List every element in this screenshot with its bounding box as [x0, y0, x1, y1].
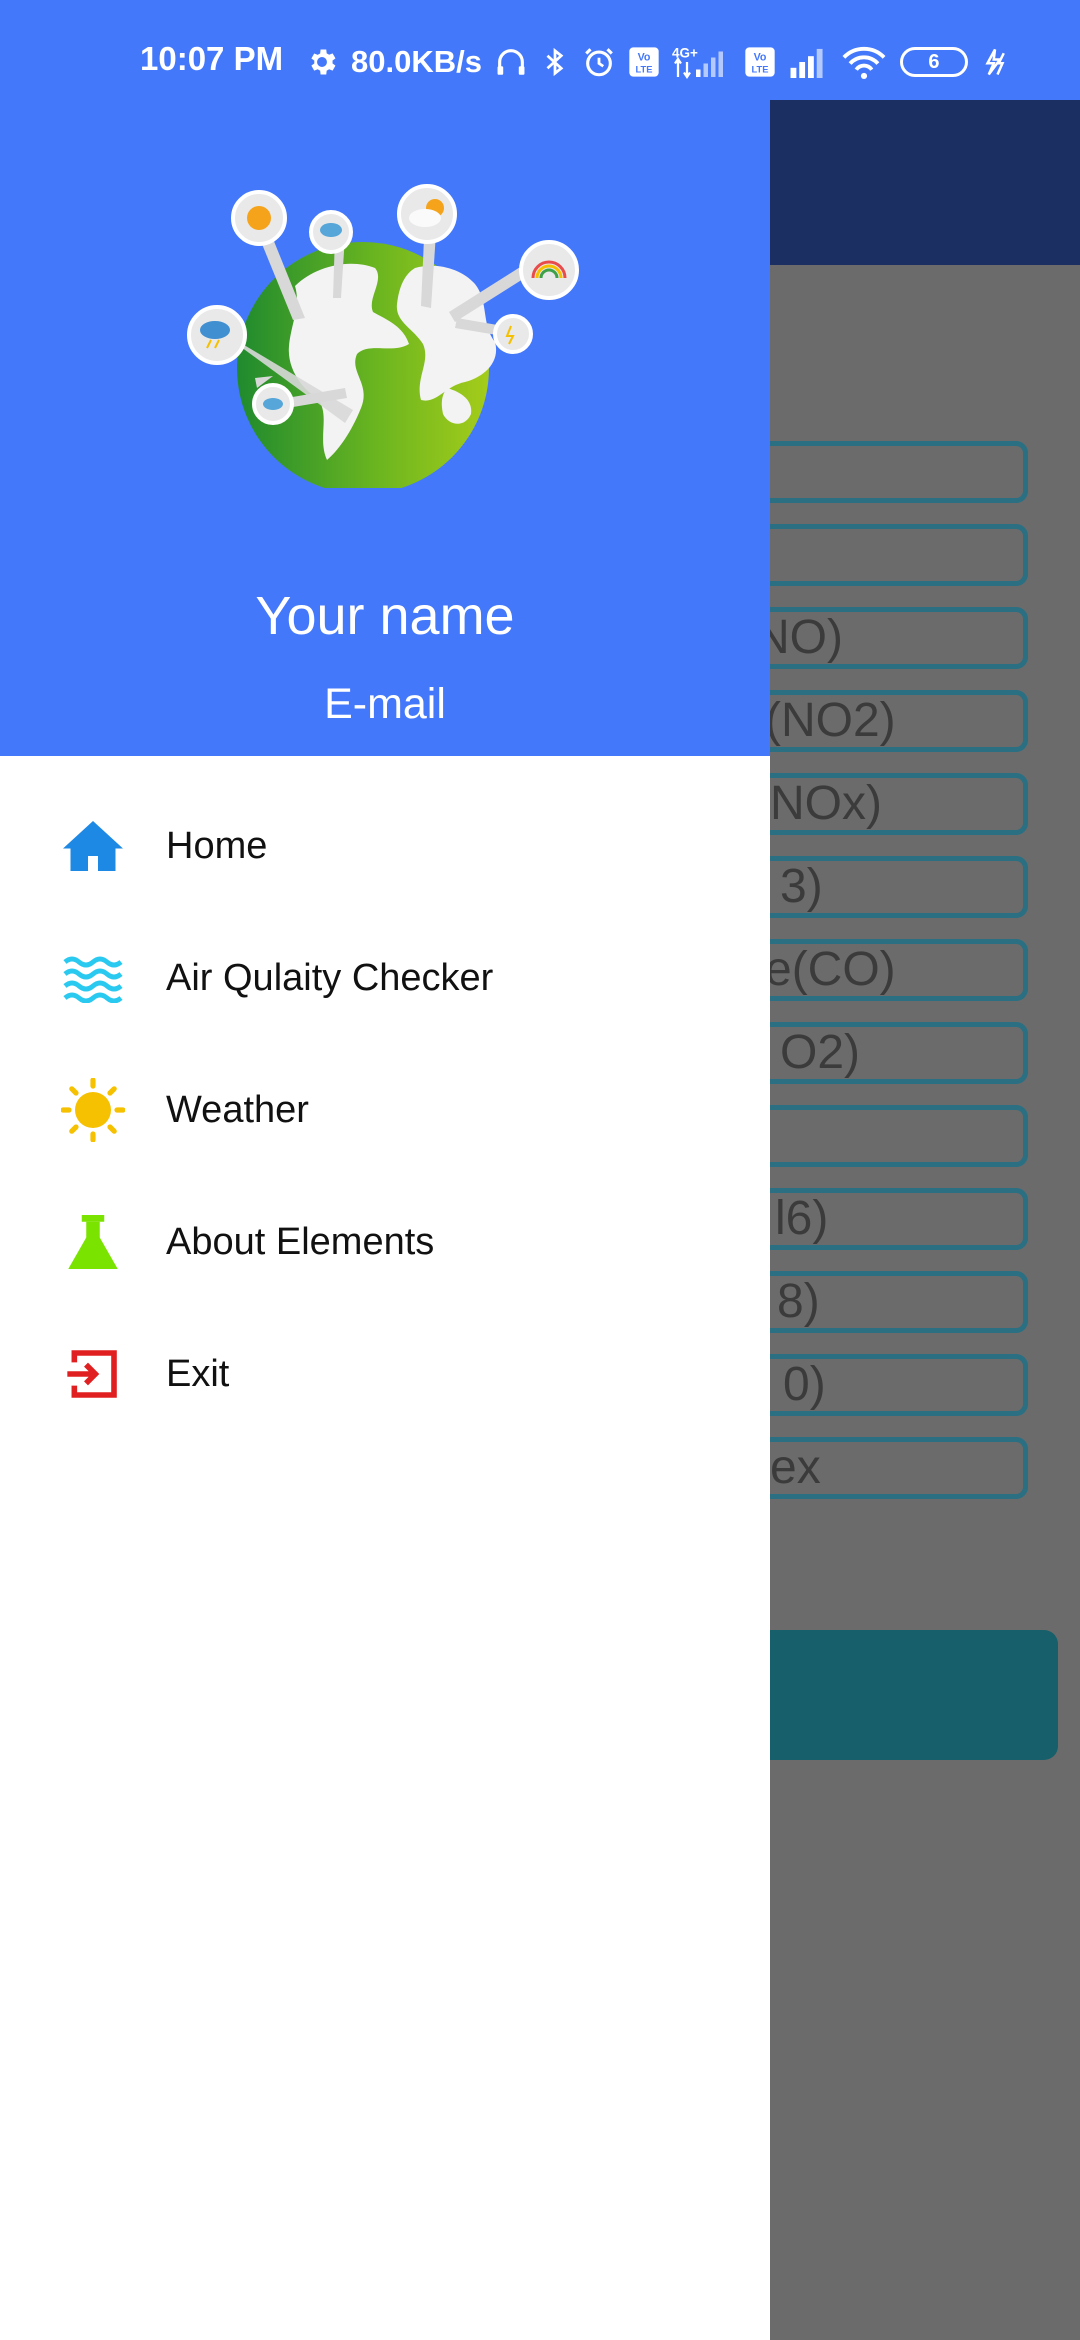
menu-item-label: Air Qulaity Checker [166, 956, 494, 999]
user-name: Your name [255, 586, 515, 646]
menu-item-air-quality-checker[interactable]: Air Qulaity Checker [0, 912, 770, 1044]
svg-text:LTE: LTE [636, 65, 653, 75]
network-speed: 80.0KB/s [351, 44, 482, 79]
exit-icon [60, 1341, 126, 1407]
svg-text:4G+: 4G+ [672, 46, 698, 61]
volte-icon: Vo LTE [628, 46, 660, 78]
menu-item-label: Home [166, 824, 268, 867]
signal-4g-icon: 4G+ [672, 44, 732, 80]
svg-text:LTE: LTE [752, 65, 769, 75]
bluetooth-icon [540, 45, 570, 79]
menu-item-home[interactable]: Home [0, 780, 770, 912]
menu-item-label: Weather [166, 1088, 309, 1131]
status-icons: 80.0KB/s Vo LTE 4G+ Vo LTE 6 [305, 38, 1010, 86]
menu-item-weather[interactable]: Weather [0, 1044, 770, 1176]
navigation-drawer: Your name E-mail Home Air Qulaity Checke… [0, 100, 770, 2340]
status-time: 10:07 PM [140, 40, 284, 77]
alarm-icon [582, 45, 616, 79]
volte-icon: Vo LTE [744, 46, 776, 78]
headphones-icon [494, 45, 528, 79]
wifi-icon [840, 45, 888, 79]
menu-item-about-elements[interactable]: About Elements [0, 1176, 770, 1308]
menu-item-label: About Elements [166, 1220, 435, 1263]
air-waves-icon [60, 945, 126, 1011]
svg-text:Vo: Vo [638, 52, 651, 64]
home-icon [60, 813, 126, 879]
status-bar: 10:07 PM 80.0KB/s Vo LTE 4G+ Vo LTE 6 [0, 0, 1080, 100]
charging-icon [980, 45, 1010, 79]
signal-icon [788, 46, 828, 78]
gear-icon [305, 45, 339, 79]
menu-item-exit[interactable]: Exit [0, 1308, 770, 1440]
battery-icon: 6 [899, 47, 968, 77]
battery-level: 6 [928, 50, 940, 73]
drawer-menu: Home Air Qulaity Checker Weather About E… [0, 780, 770, 1440]
drawer-header: Your name E-mail [0, 100, 770, 756]
weather-globe-icon [185, 178, 585, 494]
flask-icon [60, 1209, 126, 1275]
svg-text:Vo: Vo [754, 52, 767, 64]
menu-item-label: Exit [166, 1352, 230, 1395]
user-email: E-mail [324, 680, 446, 728]
sun-icon [60, 1077, 126, 1143]
